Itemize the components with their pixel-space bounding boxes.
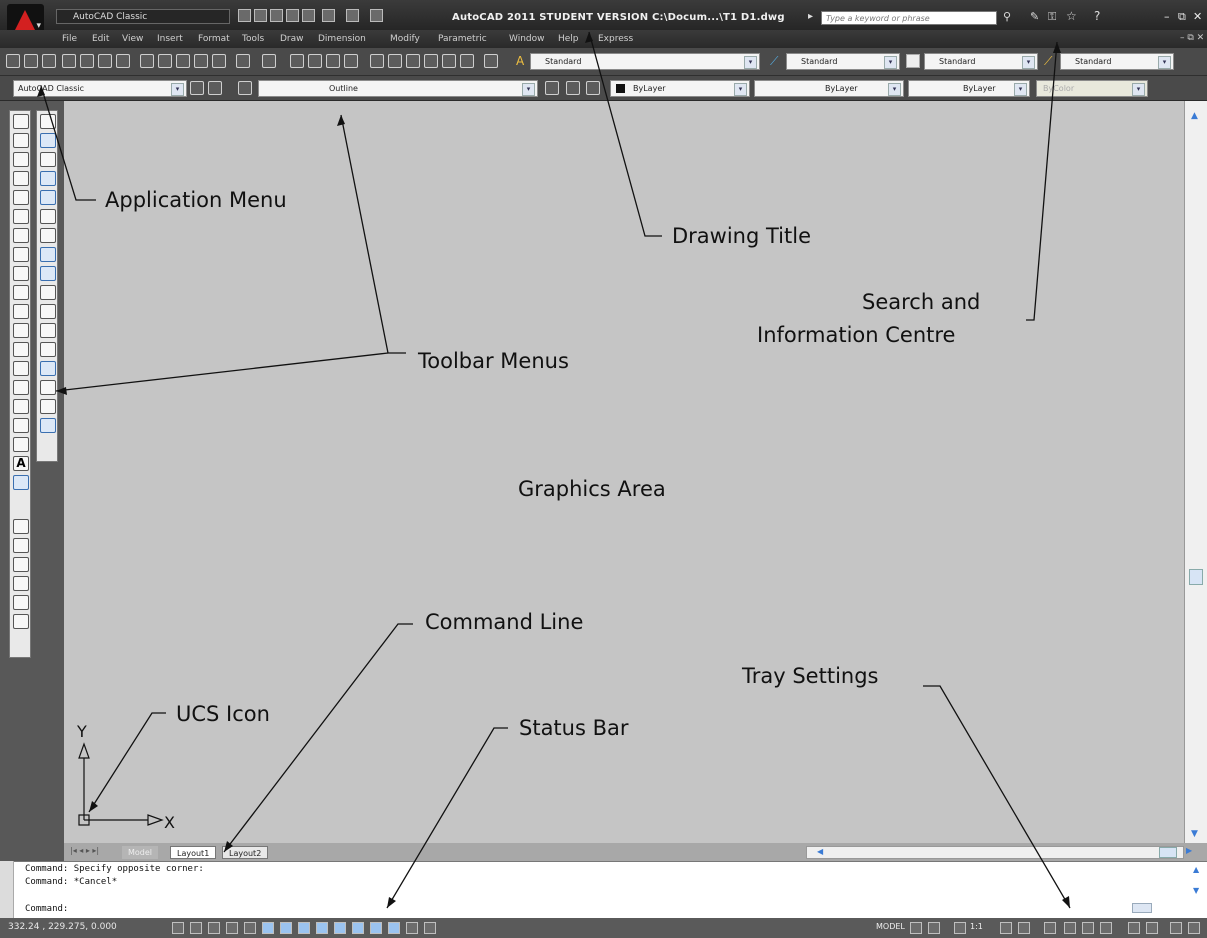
annotation-leader-lines: [37, 31, 1071, 909]
